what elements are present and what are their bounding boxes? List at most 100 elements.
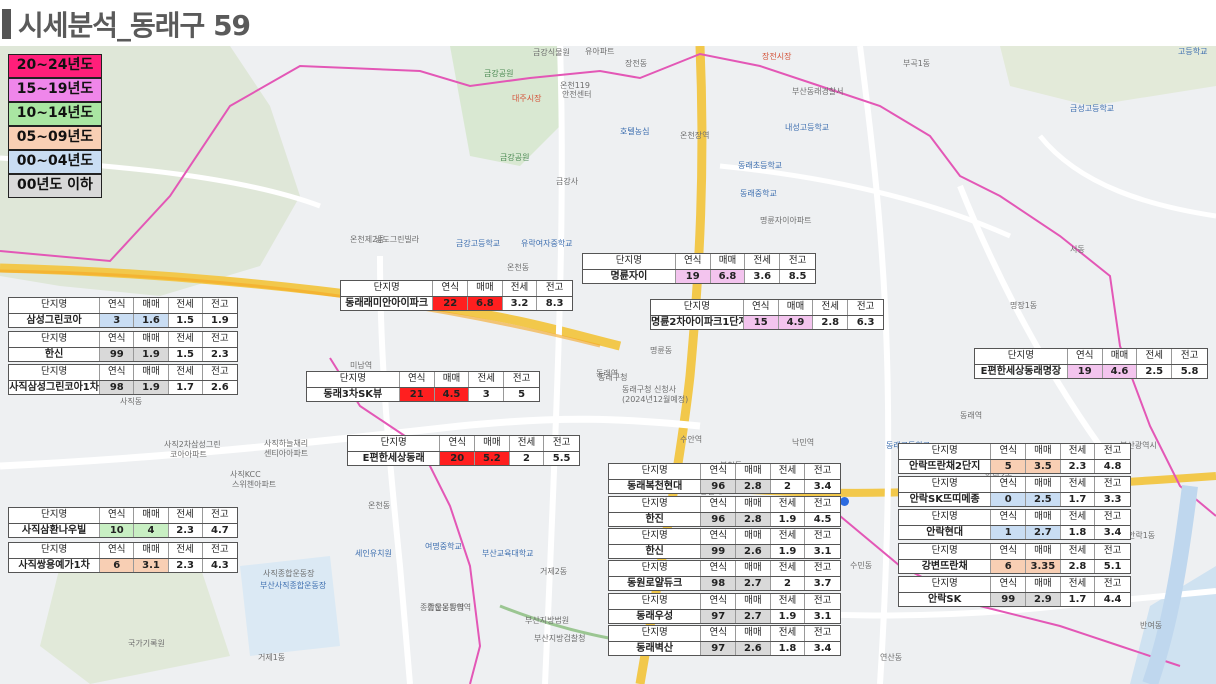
complex-sale-price: 3.1 (134, 558, 169, 572)
complex-table[interactable]: 단지명 연식 매매 전세 전고 동래벽산 97 2.6 1.8 3.4 (608, 625, 841, 656)
header-sale: 매매 (134, 365, 169, 380)
complex-jeonse-price: 1.9 (771, 544, 806, 558)
table-header-row: 단지명 연식 매매 전세 전고 (609, 594, 840, 609)
complex-ratio: 6.3 (856, 316, 875, 328)
header-jeonse: 전세 (1061, 510, 1096, 525)
header-jeonse: 전세 (771, 561, 806, 576)
header-year: 연식 (991, 510, 1027, 525)
complex-table[interactable]: 단지명 연식 매매 전세 전고 안락뜨란채2단지 5 3.5 2.3 4.8 (898, 443, 1131, 474)
header-year: 연식 (991, 444, 1027, 459)
complex-name: 명륜자이 (583, 269, 676, 283)
complex-table[interactable]: 단지명 연식 매매 전세 전고 강변뜨란채 6 3.35 2.8 5.1 (898, 543, 1131, 574)
header-ratio: 전고 (1103, 511, 1122, 522)
complex-sale-price: 1.6 (134, 313, 169, 327)
map-label: 국가기록원 (128, 639, 165, 648)
map-label: 온천장역 (680, 131, 710, 140)
header-ratio: 전고 (1103, 545, 1122, 556)
complex-table[interactable]: 단지명 연식 매매 전세 전고 명륜자이 19 6.8 3.6 8.5 (582, 253, 816, 284)
complex-table[interactable]: 단지명 연식 매매 전세 전고 안락SK 99 2.9 1.7 4.4 (898, 576, 1131, 607)
legend-item-before-00: 00년도 이하 (8, 174, 102, 198)
complex-year: 19 (1067, 364, 1103, 378)
complex-jeonse-price: 2.5 (1137, 364, 1173, 378)
complex-table[interactable]: 단지명 연식 매매 전세 전고 동래래미안아이파크 22 6.8 3.2 8.3 (340, 280, 573, 311)
header-sale: 매매 (736, 497, 771, 512)
table-header-row: 단지명 연식 매매 전세 전고 (609, 561, 840, 576)
header-jeonse: 전세 (169, 508, 203, 523)
table-header-row: 단지명 연식 매매 전세 전고 (899, 477, 1130, 492)
header-year: 연식 (100, 298, 135, 313)
header-jeonse: 전세 (771, 497, 806, 512)
map-label: 여명중학교 (425, 542, 462, 551)
complex-table[interactable]: 단지명 연식 매매 전세 전고 한신 99 2.6 1.9 3.1 (608, 528, 841, 559)
map-label: 사직동 (120, 397, 143, 406)
table-row: 사직삼성그린코아1차 98 1.9 1.7 2.6 (9, 379, 237, 394)
complex-name: 사직삼환나우빌 (9, 523, 101, 537)
complex-table[interactable]: 단지명 연식 매매 전세 전고 안락SK뜨띠메종 0 2.5 1.7 3.3 (898, 476, 1131, 507)
complex-table[interactable]: 단지명 연식 매매 전세 전고 동래복천현대 96 2.8 2 3.4 (608, 463, 841, 494)
header-jeonse: 전세 (1061, 477, 1096, 492)
complex-table[interactable]: 단지명 연식 매매 전세 전고 한신 99 1.9 1.5 2.3 (8, 331, 238, 362)
location-marker-icon[interactable] (840, 497, 849, 506)
complex-table[interactable]: 단지명 연식 매매 전세 전고 삼성그린코아 3 1.6 1.5 1.9 (8, 297, 238, 328)
map-label: 거제2동 (540, 567, 568, 576)
header-sale: 매매 (736, 464, 771, 479)
table-row: 안락SK뜨띠메종 0 2.5 1.7 3.3 (899, 491, 1130, 506)
complex-ratio: 8.5 (788, 270, 807, 282)
table-header-row: 단지명 연식 매매 전세 전고 (348, 436, 579, 451)
header-sale: 매매 (435, 372, 470, 387)
header-jeonse: 전세 (169, 298, 203, 313)
complex-year: 10 (100, 523, 135, 537)
table-row: 안락SK 99 2.9 1.7 4.4 (899, 591, 1130, 606)
header-year: 연식 (701, 626, 737, 641)
complex-name: 삼성그린코아 (9, 313, 101, 327)
complex-jeonse-price: 1.9 (771, 609, 806, 623)
complex-table[interactable]: 단지명 연식 매매 전세 전고 안락현대 1 2.7 1.8 3.4 (898, 509, 1131, 540)
map-label: 반여동 (1140, 621, 1163, 630)
table-row: 한진 96 2.8 1.9 4.5 (609, 511, 840, 526)
complex-year: 21 (399, 387, 435, 401)
header-sale: 매매 (736, 594, 771, 609)
complex-table[interactable]: 단지명 연식 매매 전세 전고 한진 96 2.8 1.9 4.5 (608, 496, 841, 527)
header-sale: 매매 (736, 561, 771, 576)
complex-table[interactable]: 단지명 연식 매매 전세 전고 E편한세상동래 20 5.2 2 5.5 (347, 435, 580, 466)
table-row: 동래벽산 97 2.6 1.8 3.4 (609, 640, 840, 655)
complex-ratio: 3.4 (813, 642, 832, 654)
complex-name: E편한세상동래명장 (975, 364, 1068, 378)
header-jeonse: 전세 (771, 626, 806, 641)
map-label: 센티아아파트 (264, 449, 309, 458)
complex-name: 한신 (609, 544, 702, 558)
map-label: 고등학교 (1178, 47, 1208, 56)
map-label: 호텔농심 (620, 127, 650, 136)
header-jeonse: 전세 (169, 543, 203, 558)
complex-jeonse-price: 2.3 (169, 558, 203, 572)
table-header-row: 단지명 연식 매매 전세 전고 (609, 529, 840, 544)
complex-table[interactable]: 단지명 연식 매매 전세 전고 동래우성 97 2.7 1.9 3.1 (608, 593, 841, 624)
complex-table[interactable]: 단지명 연식 매매 전세 전고 사직삼환나우빌 10 4 2.3 4.7 (8, 507, 238, 538)
complex-name: 안락SK (899, 592, 992, 606)
header-jeonse: 전세 (169, 365, 203, 380)
table-row: 동래래미안아이파크 22 6.8 3.2 8.3 (341, 295, 572, 310)
complex-table[interactable]: 단지명 연식 매매 전세 전고 사직삼성그린코아1차 98 1.9 1.7 2.6 (8, 364, 238, 395)
complex-sale-price: 2.7 (1026, 525, 1061, 539)
complex-table[interactable]: 단지명 연식 매매 전세 전고 동원로얄듀크 98 2.7 2 3.7 (608, 560, 841, 591)
header-year: 연식 (440, 436, 476, 451)
header-ratio: 전고 (813, 498, 832, 509)
complex-jeonse-price: 1.7 (1061, 492, 1096, 506)
header-ratio: 전고 (1103, 578, 1122, 589)
complex-year: 5 (991, 459, 1027, 473)
complex-sale-price: 2.9 (1026, 592, 1061, 606)
complex-table[interactable]: 단지명 연식 매매 전세 전고 동래3차SK뷰 21 4.5 3 5 (306, 371, 540, 402)
header-ratio: 전고 (211, 509, 229, 520)
header-year: 연식 (400, 372, 435, 387)
map-label: (2024년12월예정) (622, 395, 689, 404)
complex-name: 안락현대 (899, 525, 992, 539)
header-jeonse: 전세 (503, 281, 538, 296)
header-year: 연식 (100, 332, 135, 347)
complex-table[interactable]: 단지명 연식 매매 전세 전고 E편한세상동래명장 19 4.6 2.5 5.8 (974, 348, 1208, 379)
table-row: 명륜자이 19 6.8 3.6 8.5 (583, 268, 815, 283)
complex-table[interactable]: 단지명 연식 매매 전세 전고 사직쌍용예가1차 6 3.1 2.3 4.3 (8, 542, 238, 573)
complex-jeonse-price: 1.7 (169, 380, 203, 394)
map-label: 부산동래경찰서 (792, 87, 844, 96)
table-header-row: 단지명 연식 매매 전세 전고 (583, 254, 815, 269)
complex-table[interactable]: 단지명 연식 매매 전세 전고 명륜2차아이파크1단지 15 4.9 2.8 6.3 (650, 299, 884, 330)
